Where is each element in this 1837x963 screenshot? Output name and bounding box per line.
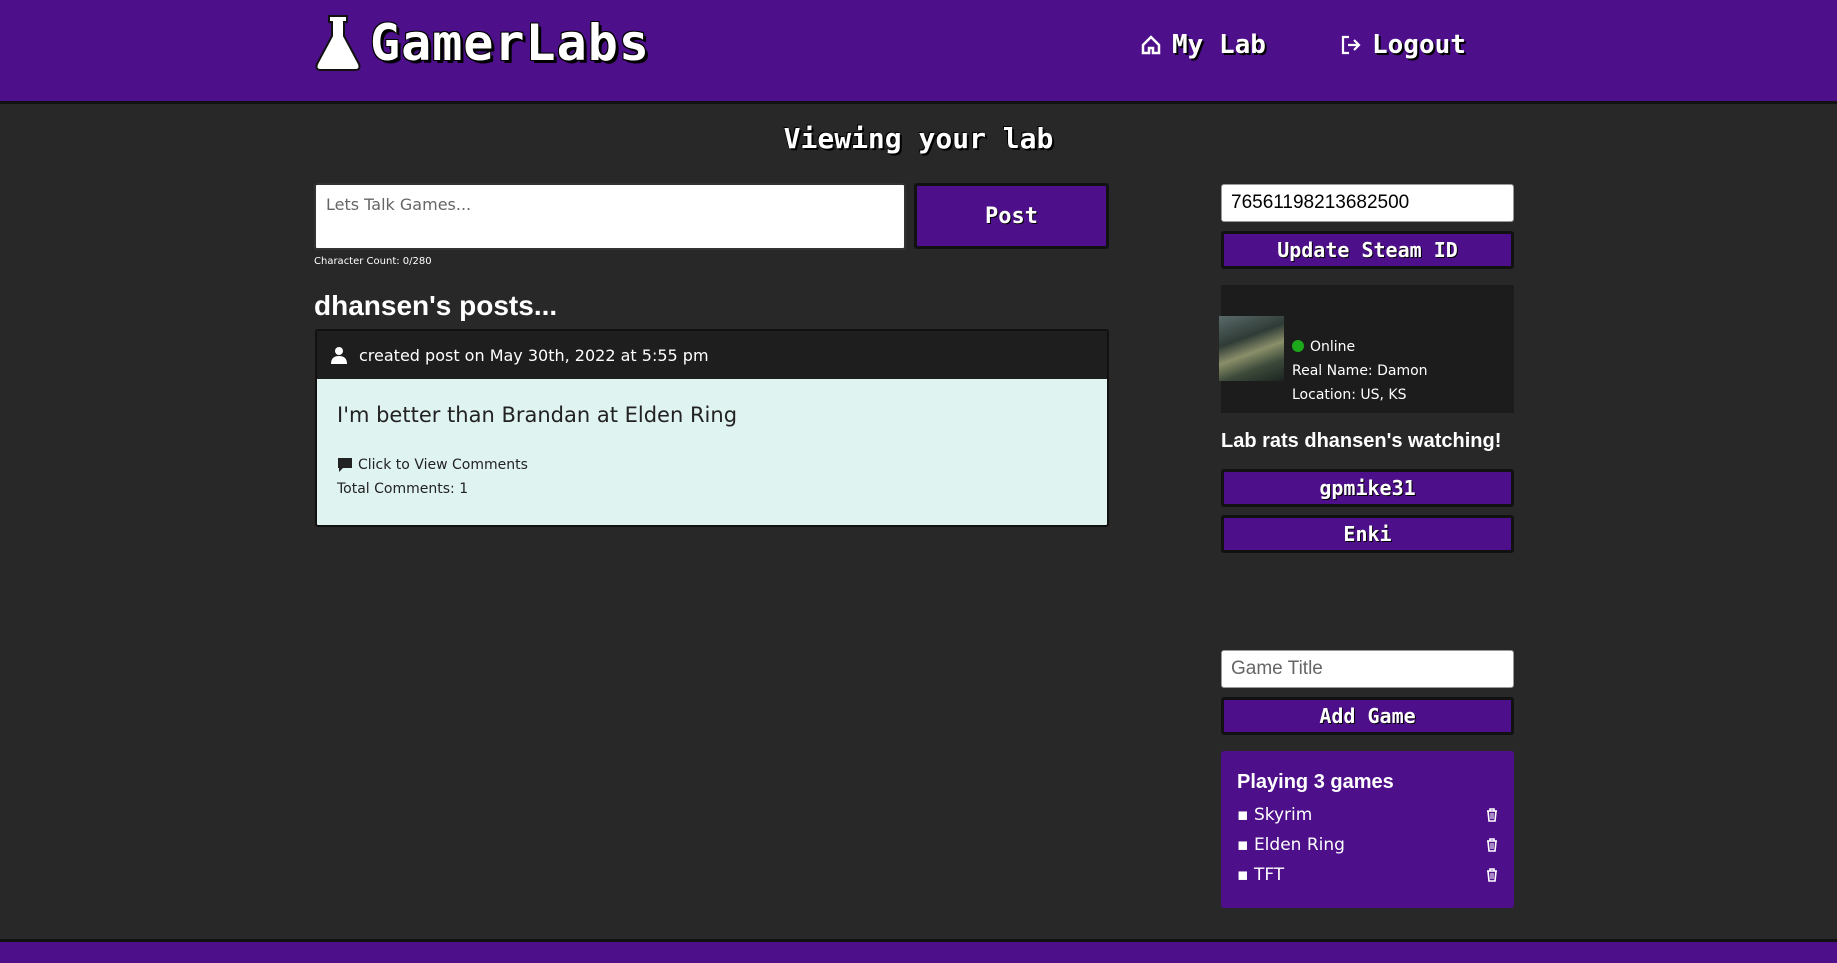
- game-list-item: ▪ Elden Ring: [1237, 830, 1498, 860]
- add-game-button[interactable]: Add Game: [1221, 697, 1514, 735]
- post-body: I'm better than Brandan at Elden Ring Cl…: [317, 379, 1107, 525]
- top-navbar: GamerLabs My Lab Logout: [0, 0, 1837, 104]
- trash-icon[interactable]: [1486, 868, 1498, 882]
- footer-bar: [0, 939, 1837, 963]
- posts-heading: dhansen's posts...: [314, 290, 558, 321]
- character-count: Character Count: 0/280: [314, 256, 432, 267]
- game-title-input[interactable]: [1221, 650, 1514, 688]
- total-comments: Total Comments: 1: [337, 481, 469, 497]
- steam-profile-card: Online Real Name: Damon Location: US, KS: [1219, 285, 1514, 413]
- post-card: created post on May 30th, 2022 at 5:55 p…: [315, 329, 1109, 527]
- page-title: Viewing your lab: [783, 122, 1054, 155]
- games-heading: Playing 3 games: [1237, 771, 1394, 793]
- game-list-item: ▪ Skyrim: [1237, 800, 1498, 830]
- logout-icon: [1341, 35, 1361, 55]
- update-steam-id-button[interactable]: Update Steam ID: [1221, 231, 1514, 269]
- game-name: TFT: [1253, 865, 1285, 885]
- games-list-card: Playing 3 games ▪ Skyrim ▪ Elden Ring ▪ …: [1221, 751, 1514, 908]
- game-title: ▪ Skyrim: [1237, 805, 1313, 825]
- view-comments-link[interactable]: Click to View Comments: [337, 457, 1087, 473]
- user-icon: [331, 347, 347, 364]
- watching-heading: Lab rats dhansen's watching!: [1221, 430, 1502, 452]
- steam-location: Location: US, KS: [1292, 387, 1407, 403]
- steam-info: Online Real Name: Damon Location: US, KS: [1292, 335, 1428, 407]
- post-textarea[interactable]: [314, 183, 906, 250]
- nav-my-lab-label: My Lab: [1172, 30, 1266, 60]
- post-text: I'm better than Brandan at Elden Ring: [337, 403, 738, 427]
- watched-user-button[interactable]: gpmike31: [1221, 469, 1514, 507]
- online-status-icon: [1292, 340, 1304, 352]
- nav-logout[interactable]: Logout: [1340, 30, 1466, 60]
- post-header: created post on May 30th, 2022 at 5:55 p…: [317, 331, 1107, 379]
- nav-logout-label: Logout: [1372, 30, 1466, 60]
- logo-text: GamerLabs: [370, 14, 650, 72]
- steam-id-input[interactable]: [1221, 184, 1514, 222]
- view-comments-label: Click to View Comments: [358, 457, 528, 473]
- steam-status: Online: [1292, 335, 1428, 359]
- game-title: ▪ Elden Ring: [1237, 835, 1345, 855]
- comment-icon: [338, 458, 352, 472]
- watched-user-button[interactable]: Enki: [1221, 515, 1514, 553]
- nav-my-lab[interactable]: My Lab: [1140, 30, 1266, 60]
- steam-avatar: [1219, 316, 1284, 381]
- home-icon: [1141, 35, 1161, 55]
- post-meta: created post on May 30th, 2022 at 5:55 p…: [359, 345, 709, 365]
- logo[interactable]: GamerLabs: [314, 14, 650, 72]
- flask-icon: [315, 15, 361, 71]
- steam-status-label: Online: [1310, 339, 1356, 355]
- game-name: Skyrim: [1253, 805, 1313, 825]
- game-list-item: ▪ TFT: [1237, 860, 1498, 890]
- steam-real-name: Real Name: Damon: [1292, 363, 1428, 379]
- post-button[interactable]: Post: [914, 183, 1109, 249]
- game-name: Elden Ring: [1253, 835, 1345, 855]
- game-title: ▪ TFT: [1237, 865, 1285, 885]
- trash-icon[interactable]: [1486, 808, 1498, 822]
- trash-icon[interactable]: [1486, 838, 1498, 852]
